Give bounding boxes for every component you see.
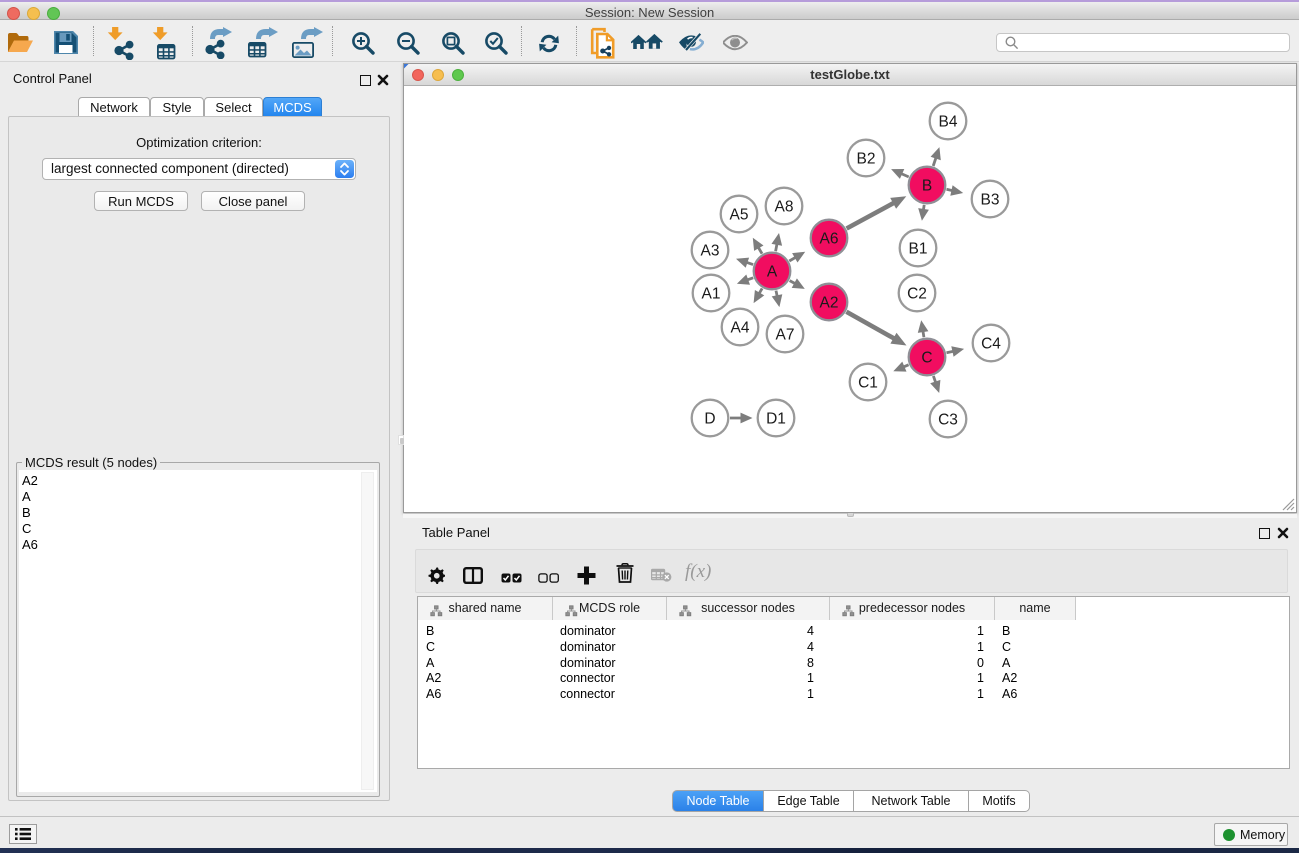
- svg-text:A4: A4: [731, 320, 750, 337]
- svg-text:B4: B4: [939, 114, 958, 131]
- svg-text:D1: D1: [766, 411, 786, 428]
- svg-text:C: C: [921, 350, 932, 367]
- svg-text:A1: A1: [702, 286, 721, 303]
- svg-text:A2: A2: [820, 295, 839, 312]
- svg-text:A5: A5: [730, 207, 749, 224]
- svg-text:A: A: [767, 264, 778, 281]
- svg-text:C4: C4: [981, 336, 1001, 353]
- svg-text:A8: A8: [775, 199, 794, 216]
- svg-text:C1: C1: [858, 375, 878, 392]
- svg-text:C2: C2: [907, 286, 927, 303]
- svg-text:B: B: [922, 178, 932, 195]
- svg-text:B1: B1: [909, 241, 928, 258]
- svg-text:B3: B3: [981, 192, 1000, 209]
- svg-text:A6: A6: [820, 231, 839, 248]
- svg-text:A3: A3: [701, 243, 720, 260]
- svg-text:C3: C3: [938, 412, 958, 429]
- svg-text:B2: B2: [857, 151, 876, 168]
- svg-text:A7: A7: [776, 327, 795, 344]
- svg-text:D: D: [704, 411, 715, 428]
